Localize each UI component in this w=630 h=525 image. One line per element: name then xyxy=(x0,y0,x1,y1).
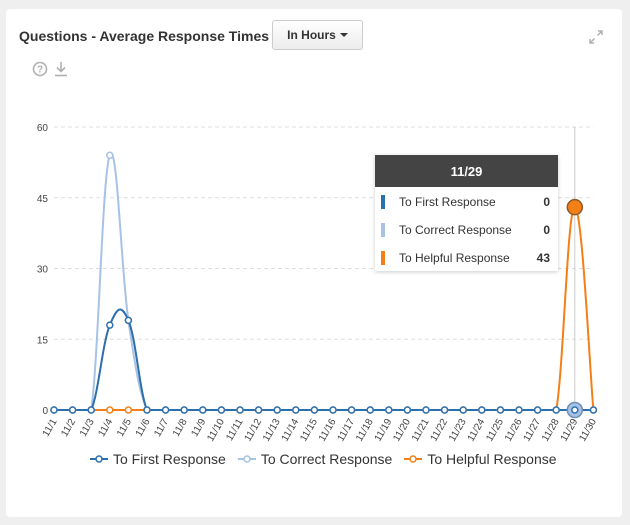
data-point xyxy=(106,321,114,329)
x-tick-label: 11/1 xyxy=(41,417,60,439)
legend-label: To First Response xyxy=(113,451,226,467)
legend-label: To Helpful Response xyxy=(427,451,557,467)
x-tick-label: 11/13 xyxy=(261,417,283,444)
tooltip-row: To First Response 0 xyxy=(375,187,558,215)
data-point xyxy=(422,406,430,414)
data-point xyxy=(496,406,505,414)
x-tick-label: 11/18 xyxy=(354,417,376,444)
x-tick-label: 11/16 xyxy=(317,417,339,444)
data-point xyxy=(566,198,584,216)
tooltip-row: To Correct Response 0 xyxy=(375,215,558,243)
legend-label: To Correct Response xyxy=(260,451,393,467)
data-point xyxy=(515,406,523,414)
chart-tooltip: 11/29 To First Response 0 To Correct Res… xyxy=(375,155,558,271)
x-tick-label: 11/10 xyxy=(205,417,227,444)
data-point xyxy=(440,406,449,414)
x-tick-label: 11/24 xyxy=(466,417,488,444)
tooltip-swatch xyxy=(381,251,385,265)
legend-marker xyxy=(237,455,256,463)
tooltip-swatch xyxy=(381,195,385,209)
x-tick-label: 11/14 xyxy=(280,417,302,444)
tooltip-value: 0 xyxy=(543,223,550,237)
data-point xyxy=(385,406,393,414)
x-tick-label: 11/4 xyxy=(97,417,116,439)
x-tick-label: 11/29 xyxy=(559,417,581,444)
x-tick-label: 11/7 xyxy=(152,417,171,439)
tooltip-swatch xyxy=(381,223,385,237)
data-point xyxy=(552,406,560,414)
x-tick-label: 11/27 xyxy=(522,417,544,444)
data-point xyxy=(292,406,300,414)
data-point xyxy=(403,406,412,414)
data-point xyxy=(478,406,486,414)
x-tick-label: 11/5 xyxy=(115,417,134,439)
data-point xyxy=(161,406,170,414)
data-point xyxy=(236,406,244,414)
data-point xyxy=(180,406,188,414)
data-point xyxy=(106,151,114,160)
data-point xyxy=(124,406,133,414)
x-tick-label: 11/17 xyxy=(336,417,358,444)
legend-marker xyxy=(404,455,423,463)
y-tick-label: 15 xyxy=(37,335,49,346)
y-tick-label: 30 xyxy=(37,265,49,276)
x-tick-label: 11/15 xyxy=(298,417,320,444)
data-point xyxy=(254,406,263,414)
data-point xyxy=(87,406,95,414)
x-tick-label: 11/30 xyxy=(577,417,599,444)
tooltip-value: 43 xyxy=(536,251,550,265)
x-tick-label: 11/8 xyxy=(171,417,190,439)
x-tick-label: 11/20 xyxy=(391,417,413,444)
tooltip-label: To First Response xyxy=(399,195,496,209)
tooltip-label: To Helpful Response xyxy=(399,251,510,265)
x-tick-label: 11/22 xyxy=(429,417,451,444)
x-tick-label: 11/19 xyxy=(373,417,395,444)
legend-item-first-response[interactable]: To First Response xyxy=(90,451,226,467)
legend-item-correct-response[interactable]: To Correct Response xyxy=(237,451,393,467)
data-point xyxy=(50,406,58,414)
data-point xyxy=(124,316,133,325)
tooltip-value: 0 xyxy=(543,195,550,209)
x-tick-label: 11/3 xyxy=(78,417,97,439)
data-point xyxy=(459,406,467,414)
data-point xyxy=(310,406,319,414)
x-tick-label: 11/25 xyxy=(484,417,506,444)
data-point xyxy=(217,406,226,414)
x-tick-label: 11/21 xyxy=(410,417,432,444)
data-point xyxy=(366,406,374,414)
x-tick-label: 11/28 xyxy=(540,417,562,444)
legend-marker xyxy=(90,455,108,463)
y-tick-label: 45 xyxy=(37,194,49,205)
y-axis-tick-labels: 0 15 30 45 60 xyxy=(37,123,49,417)
legend-item-helpful-response[interactable]: To Helpful Response xyxy=(404,451,557,467)
data-point xyxy=(533,406,542,414)
x-tick-label: 11/23 xyxy=(447,417,469,444)
data-point xyxy=(106,406,114,414)
data-point xyxy=(143,406,151,414)
x-tick-label: 11/2 xyxy=(59,417,78,439)
data-point xyxy=(273,406,281,414)
data-point xyxy=(571,406,579,414)
x-tick-label: 11/26 xyxy=(503,417,525,444)
tooltip-row: To Helpful Response 43 xyxy=(375,243,558,271)
data-point xyxy=(347,406,356,414)
x-axis-tick-labels: 11/1 11/2 11/3 11/4 11/5 11/6 11/7 11/8 11/911/1… xyxy=(41,417,600,444)
data-point xyxy=(589,406,598,414)
data-point xyxy=(329,406,337,414)
data-point xyxy=(68,406,77,414)
tooltip-date: 11/29 xyxy=(375,155,558,187)
data-point xyxy=(199,406,207,414)
x-tick-label: 11/12 xyxy=(243,417,265,444)
y-tick-label: 60 xyxy=(37,123,49,134)
x-tick-label: 11/6 xyxy=(134,417,153,439)
tooltip-label: To Correct Response xyxy=(399,223,512,237)
y-tick-label: 0 xyxy=(42,406,48,417)
chart-legend: To First Response To Correct Response To… xyxy=(90,451,557,467)
